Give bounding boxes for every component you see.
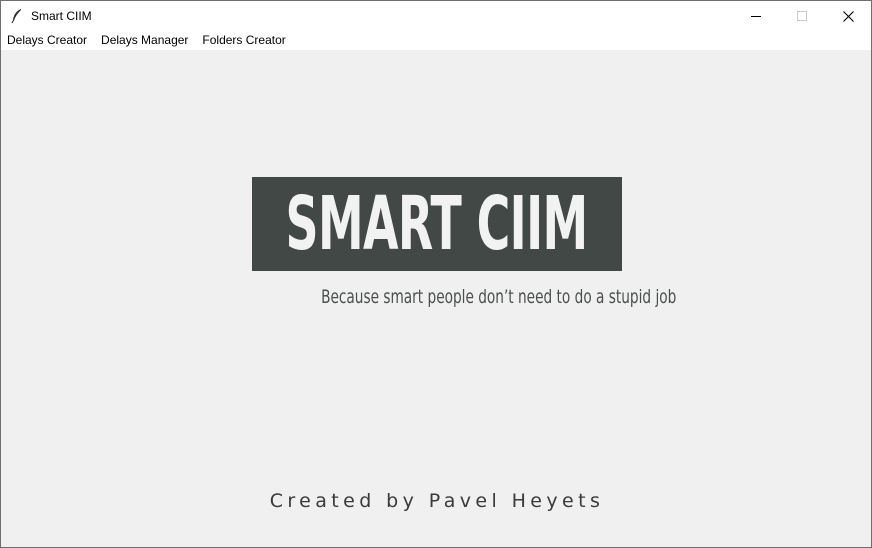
menu-bar: Delays Creator Delays Manager Folders Cr…	[1, 31, 871, 50]
logo-text: SMART CIIM	[285, 181, 589, 267]
title-bar[interactable]: Smart CIIM	[1, 1, 871, 31]
main-content: SMART CIIM Because smart people don’t ne…	[1, 50, 871, 547]
minimize-button[interactable]	[733, 1, 779, 31]
close-icon	[842, 10, 854, 22]
feather-icon	[9, 8, 25, 24]
minimize-icon	[751, 16, 761, 17]
tagline-text: Because smart people don’t need to do a …	[321, 286, 677, 308]
close-button[interactable]	[825, 1, 871, 31]
maximize-icon	[797, 11, 807, 21]
menu-delays-manager[interactable]: Delays Manager	[94, 31, 195, 50]
app-window: Smart CIIM Delays Creator Delays Manager…	[0, 0, 872, 548]
tagline: Because smart people don’t need to do a …	[252, 286, 676, 308]
menu-delays-creator[interactable]: Delays Creator	[1, 31, 94, 50]
maximize-button[interactable]	[779, 1, 825, 31]
window-controls	[733, 1, 871, 31]
window-title: Smart CIIM	[31, 9, 92, 23]
author-credit: Created by Pavel Heyets	[269, 490, 605, 512]
logo-banner: SMART CIIM	[252, 177, 622, 271]
menu-folders-creator[interactable]: Folders Creator	[195, 31, 292, 50]
